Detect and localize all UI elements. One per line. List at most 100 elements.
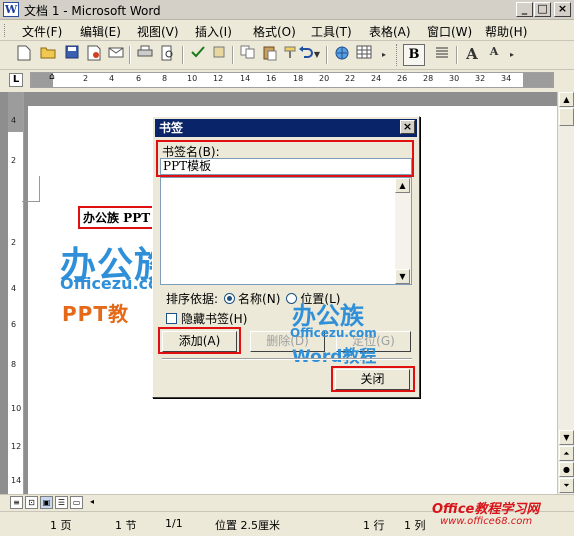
table-icon[interactable] <box>354 45 374 65</box>
ruler-label: 28 <box>423 74 434 83</box>
horizontal-ruler[interactable]: ⌂ 2 4 6 8 10 12 14 16 18 20 22 24 26 28 … <box>30 72 554 88</box>
ruler-label: 12 <box>213 74 224 83</box>
print-layout-icon[interactable]: ▣ <box>40 496 53 509</box>
scroll-thumb[interactable] <box>559 108 574 126</box>
spelling-icon[interactable] <box>188 45 208 65</box>
status-section: 1 节 <box>115 519 137 532</box>
menu-view[interactable]: 视图(V) <box>137 23 179 40</box>
hidden-bookmarks-label[interactable]: 隐藏书签(H) <box>181 312 247 326</box>
bookmark-name-input[interactable]: PPT模板 <box>160 158 412 175</box>
list-scroll-up-icon[interactable]: ▲ <box>395 178 410 193</box>
list-scroll-down-icon[interactable]: ▼ <box>395 269 410 284</box>
bookmark-list[interactable] <box>160 177 412 285</box>
dialog-title: 书签 <box>155 119 417 137</box>
menu-edit[interactable]: 编辑(E) <box>80 23 121 40</box>
hidden-bookmarks-option: 隐藏书签(H) <box>166 310 247 327</box>
toolbar-separator <box>326 46 328 64</box>
status-page-of: 1/1 <box>165 517 183 530</box>
reading-layout-icon[interactable]: ▭ <box>70 496 83 509</box>
menu-bar: 文件(F) 编辑(E) 视图(V) 插入(I) 格式(O) 工具(T) 表格(A… <box>0 20 574 41</box>
scroll-up-icon[interactable]: ▲ <box>559 92 574 107</box>
open-icon[interactable] <box>38 45 58 65</box>
page-margin-marker <box>22 176 40 202</box>
undo-dropdown-icon[interactable]: ▼ <box>312 45 322 65</box>
new-doc-icon[interactable] <box>14 45 34 65</box>
minimize-button[interactable]: _ <box>516 2 533 17</box>
menu-format[interactable]: 格式(O) <box>253 23 296 40</box>
menu-insert[interactable]: 插入(I) <box>195 23 232 40</box>
menu-table[interactable]: 表格(A) <box>369 23 411 40</box>
sort-label: 排序依据: <box>166 292 219 306</box>
close-button[interactable]: 关闭 <box>335 369 410 390</box>
toolbar-separator <box>182 46 184 64</box>
toolbar-separator <box>456 46 458 64</box>
status-line: 1 行 <box>363 519 385 532</box>
ruler-label: 22 <box>345 74 356 83</box>
copy-icon[interactable] <box>238 45 258 65</box>
research-icon[interactable] <box>210 45 230 65</box>
ruler-label: 32 <box>475 74 486 83</box>
menu-tools[interactable]: 工具(T) <box>311 23 352 40</box>
watermark-url: www.office68.com <box>440 516 533 527</box>
select-browse-object-icon[interactable]: ● <box>559 462 574 477</box>
dialog-watermark-url: Officezu.com <box>290 326 377 340</box>
ruler-label: 4 <box>109 74 115 83</box>
print-preview-icon[interactable] <box>158 45 178 65</box>
ruler-label: 2 <box>83 74 89 83</box>
standard-toolbar: ▼ ▸ B A A ▸ <box>0 41 574 70</box>
ruler-label: 26 <box>397 74 408 83</box>
align-justify-icon[interactable] <box>432 45 452 65</box>
ruler-margin-right <box>523 73 553 87</box>
menu-file[interactable]: 文件(F) <box>22 23 62 40</box>
dialog-separator <box>162 358 412 360</box>
ruler-label: 2 <box>11 238 17 247</box>
menu-window[interactable]: 窗口(W) <box>427 23 472 40</box>
ppt-logo-text: PPT教 <box>62 302 129 326</box>
outline-view-icon[interactable]: ☰ <box>55 496 68 509</box>
grow-font-button[interactable]: A <box>462 45 482 65</box>
email-icon[interactable] <box>106 45 126 65</box>
ruler-label: 6 <box>136 74 142 83</box>
vertical-scrollbar[interactable]: ▲ ▼ ⏶ ● ⏷ <box>557 92 574 494</box>
hyperlink-icon[interactable] <box>332 45 352 65</box>
indent-marker-icon[interactable]: ⌂ <box>49 73 55 82</box>
ruler-label: 14 <box>240 74 251 83</box>
close-window-button[interactable]: × <box>554 2 571 17</box>
next-page-icon[interactable]: ⏷ <box>559 478 574 493</box>
document-text[interactable]: 办公族 PPT <box>78 206 156 229</box>
paste-icon[interactable] <box>260 45 280 65</box>
toolbar-options-icon[interactable]: ▸ <box>506 45 518 65</box>
bold-button[interactable]: B <box>403 44 425 66</box>
menu-help[interactable]: 帮助(H) <box>485 23 527 40</box>
ruler-label: 34 <box>501 74 512 83</box>
previous-page-icon[interactable]: ⏶ <box>559 446 574 461</box>
toolbar-separator <box>232 46 234 64</box>
save-icon[interactable] <box>62 45 82 65</box>
tab-selector[interactable]: L <box>9 73 23 87</box>
sort-by-name-label[interactable]: 名称(N) <box>238 292 280 306</box>
shrink-font-button[interactable]: A <box>484 45 504 65</box>
sort-by-name-radio[interactable] <box>224 293 236 304</box>
ruler-label: 20 <box>319 74 330 83</box>
hidden-bookmarks-checkbox[interactable] <box>166 313 177 324</box>
web-layout-icon[interactable]: ⊡ <box>25 496 38 509</box>
permission-icon[interactable] <box>84 45 104 65</box>
status-position: 位置 2.5厘米 <box>215 519 280 532</box>
add-button[interactable]: 添加(A) <box>162 331 237 352</box>
ruler-label: 10 <box>187 74 198 83</box>
toolbar-options-icon[interactable]: ▸ <box>378 45 390 65</box>
toolbar-separator <box>129 46 131 64</box>
ruler-label: 12 <box>11 442 22 451</box>
ruler-label: 8 <box>11 360 17 369</box>
status-column: 1 列 <box>404 519 426 532</box>
maximize-button[interactable]: □ <box>534 2 551 17</box>
bookmark-list-scrollbar[interactable]: ▲ ▼ <box>395 178 411 284</box>
normal-view-icon[interactable]: ≡ <box>10 496 23 509</box>
dialog-close-icon[interactable]: × <box>400 120 415 134</box>
menu-grip <box>4 24 7 37</box>
scroll-left-icon[interactable]: ◂ <box>86 496 98 509</box>
print-icon[interactable] <box>135 45 155 65</box>
ruler-label: 8 <box>162 74 168 83</box>
scroll-down-icon[interactable]: ▼ <box>559 430 574 445</box>
vertical-ruler[interactable]: 4 2 2 4 6 8 10 12 14 <box>8 92 24 494</box>
